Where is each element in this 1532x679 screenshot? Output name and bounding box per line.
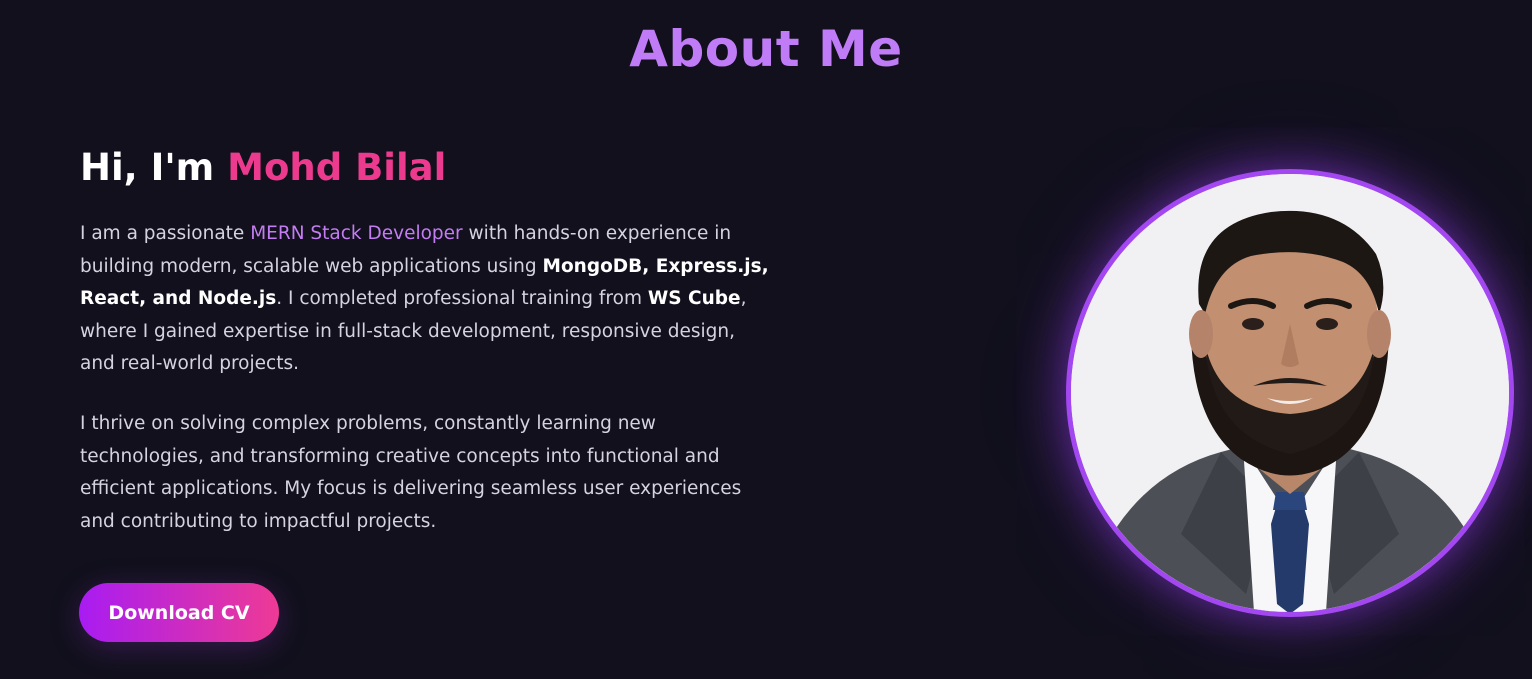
intro-greeting: Hi, I'm xyxy=(80,146,228,189)
bio-institute: WS Cube xyxy=(647,288,741,309)
download-cv-button[interactable]: Download CV xyxy=(79,583,279,642)
intro-name: Mohd Bilal xyxy=(227,146,447,189)
bio-role: MERN Stack Developer xyxy=(250,223,463,244)
profile-photo xyxy=(1066,169,1514,617)
bio-paragraph-1: I am a passionate MERN Stack Developer w… xyxy=(80,218,770,381)
bio-text: . I completed professional training from xyxy=(276,288,648,309)
bio-text: I am a passionate xyxy=(80,223,251,244)
intro-heading: Hi, I'm Mohd Bilal xyxy=(80,146,446,189)
about-section: About Me Hi, I'm Mohd Bilal I am a passi… xyxy=(0,0,1532,679)
profile-photo-illustration xyxy=(1071,174,1509,612)
bio-paragraph-2: I thrive on solving complex problems, co… xyxy=(80,413,742,532)
section-title: About Me xyxy=(629,20,903,78)
